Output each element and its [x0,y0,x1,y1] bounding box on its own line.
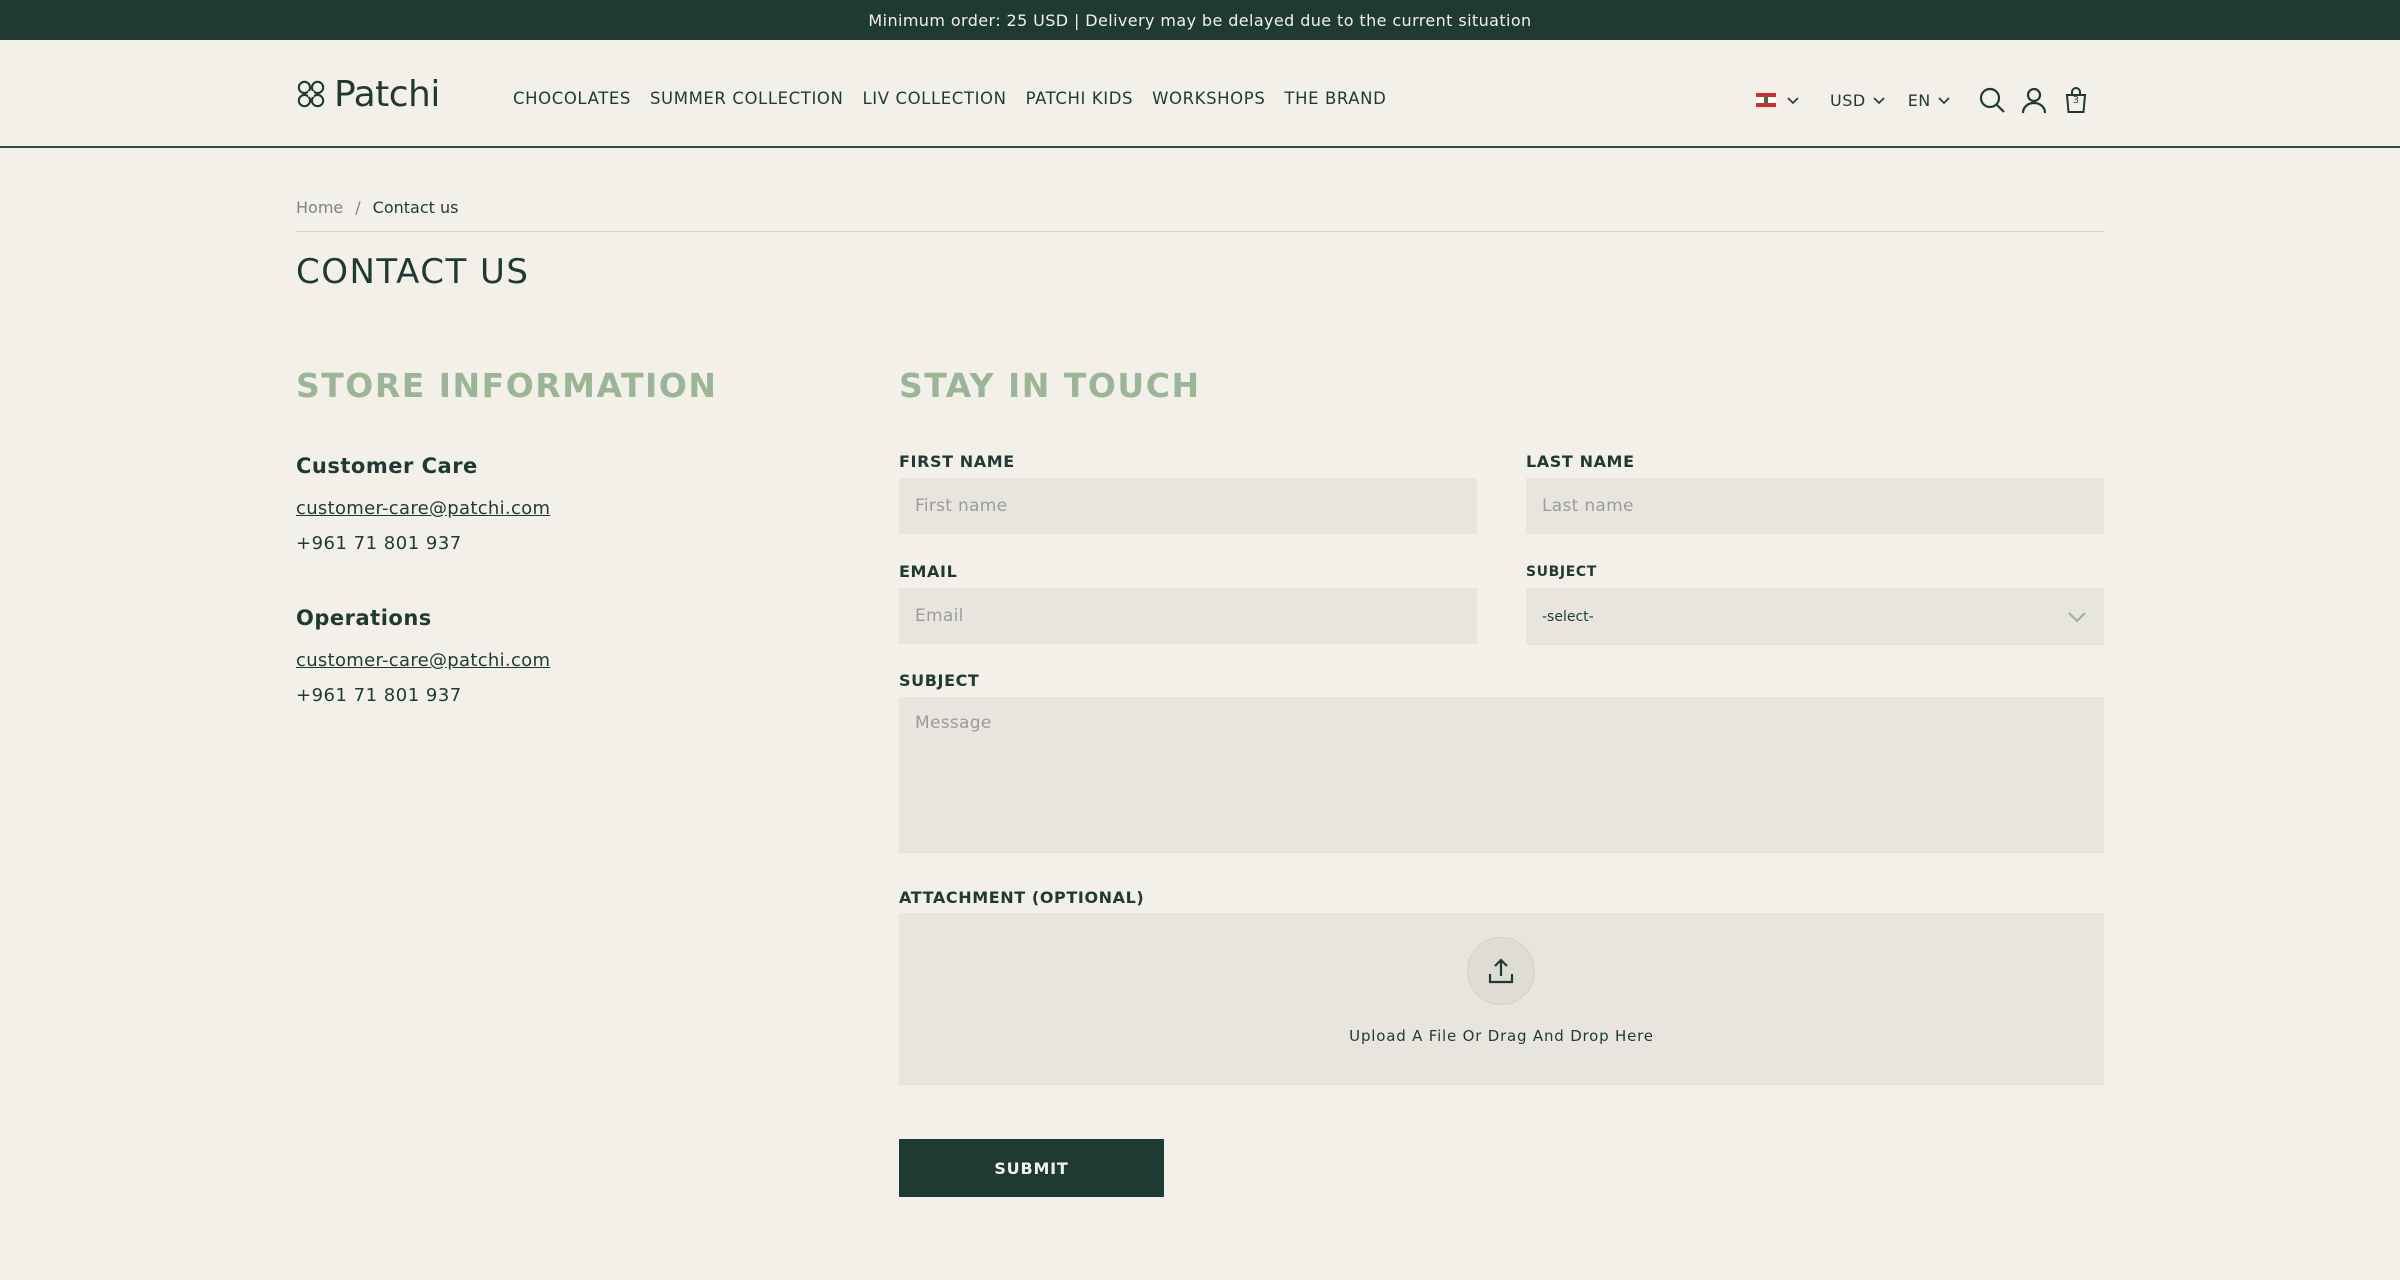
brand-logo[interactable]: Patchi [296,73,440,115]
subject-select-label: SUBJECT [1526,564,1597,580]
upload-icon [1488,958,1514,984]
breadcrumb: Home / Contact us [296,198,458,217]
announcement-text: Minimum order: 25 USD | Delivery may be … [868,10,1532,30]
submit-button[interactable]: SUBMIT [899,1139,1164,1197]
account-button[interactable] [2019,85,2049,115]
clover-logo-icon [297,80,325,108]
last-name-input[interactable] [1526,478,2104,534]
message-textarea[interactable] [899,697,2104,853]
upload-instructions: Upload A File Or Drag And Drop Here [1349,1027,1654,1045]
first-name-label: FIRST NAME [899,452,1015,471]
nav-item-patchi-kids[interactable]: PATCHI KIDS [1026,89,1134,108]
lebanon-flag-icon [1756,93,1776,107]
file-upload-dropzone[interactable]: Upload A File Or Drag And Drop Here [899,913,2104,1085]
email-input[interactable] [899,588,1477,644]
page-title: CONTACT US [296,252,530,292]
chevron-down-icon [1938,97,1950,105]
store-information-heading: STORE INFORMATION [296,366,718,405]
first-name-input[interactable] [899,478,1477,534]
nav-item-summer-collection[interactable]: SUMMER COLLECTION [650,89,843,108]
language-value: EN [1907,90,1931,110]
language-selector[interactable]: EN [1908,91,1951,110]
currency-selector[interactable]: USD [1830,91,1886,110]
cart-button[interactable]: 3 [2061,85,2091,115]
email-label: EMAIL [899,562,958,581]
upload-button[interactable] [1467,937,1535,1005]
message-label: SUBJECT [899,671,980,690]
operations-title: Operations [296,606,432,630]
nav-item-chocolates[interactable]: CHOCOLATES [513,89,631,108]
breadcrumb-current: Contact us [372,198,459,217]
nav-item-the-brand[interactable]: THE BRAND [1284,89,1386,108]
main-nav: CHOCOLATES SUMMER COLLECTION LIV COLLECT… [513,86,1386,110]
subject-select-value: -select- [1542,608,1594,625]
breadcrumb-divider [296,231,2104,232]
nav-item-liv-collection[interactable]: LIV COLLECTION [862,89,1006,108]
customer-care-phone: +961 71 801 937 [296,533,462,554]
nav-item-workshops[interactable]: WORKSHOPS [1152,89,1265,108]
search-button[interactable] [1977,85,2007,115]
country-selector[interactable] [1756,93,1800,107]
user-icon [2021,87,2046,114]
customer-care-email-link[interactable]: customer-care@patchi.com [296,498,550,519]
breadcrumb-separator: / [355,198,361,217]
chevron-down-icon [1787,97,1799,105]
header-tools: USD EN 3 [1756,80,2103,120]
attachment-label: ATTACHMENT (OPTIONAL) [899,888,1145,907]
stay-in-touch-heading: STAY IN TOUCH [899,366,1201,405]
cart-count-badge: 3 [2072,95,2079,106]
chevron-down-icon [1873,97,1885,105]
brand-name: Patchi [334,73,440,115]
operations-phone: +961 71 801 937 [296,685,462,706]
chevron-down-icon [2068,611,2086,623]
currency-value: USD [1830,90,1866,110]
subject-select[interactable]: -select- [1526,588,2104,645]
last-name-label: LAST NAME [1526,452,1635,471]
search-icon [1979,87,2005,113]
customer-care-title: Customer Care [296,454,478,478]
breadcrumb-home-link[interactable]: Home [296,198,343,217]
operations-email-link[interactable]: customer-care@patchi.com [296,650,550,671]
announcement-bar: Minimum order: 25 USD | Delivery may be … [0,0,2400,40]
site-header: Patchi CHOCOLATES SUMMER COLLECTION LIV … [0,40,2400,148]
